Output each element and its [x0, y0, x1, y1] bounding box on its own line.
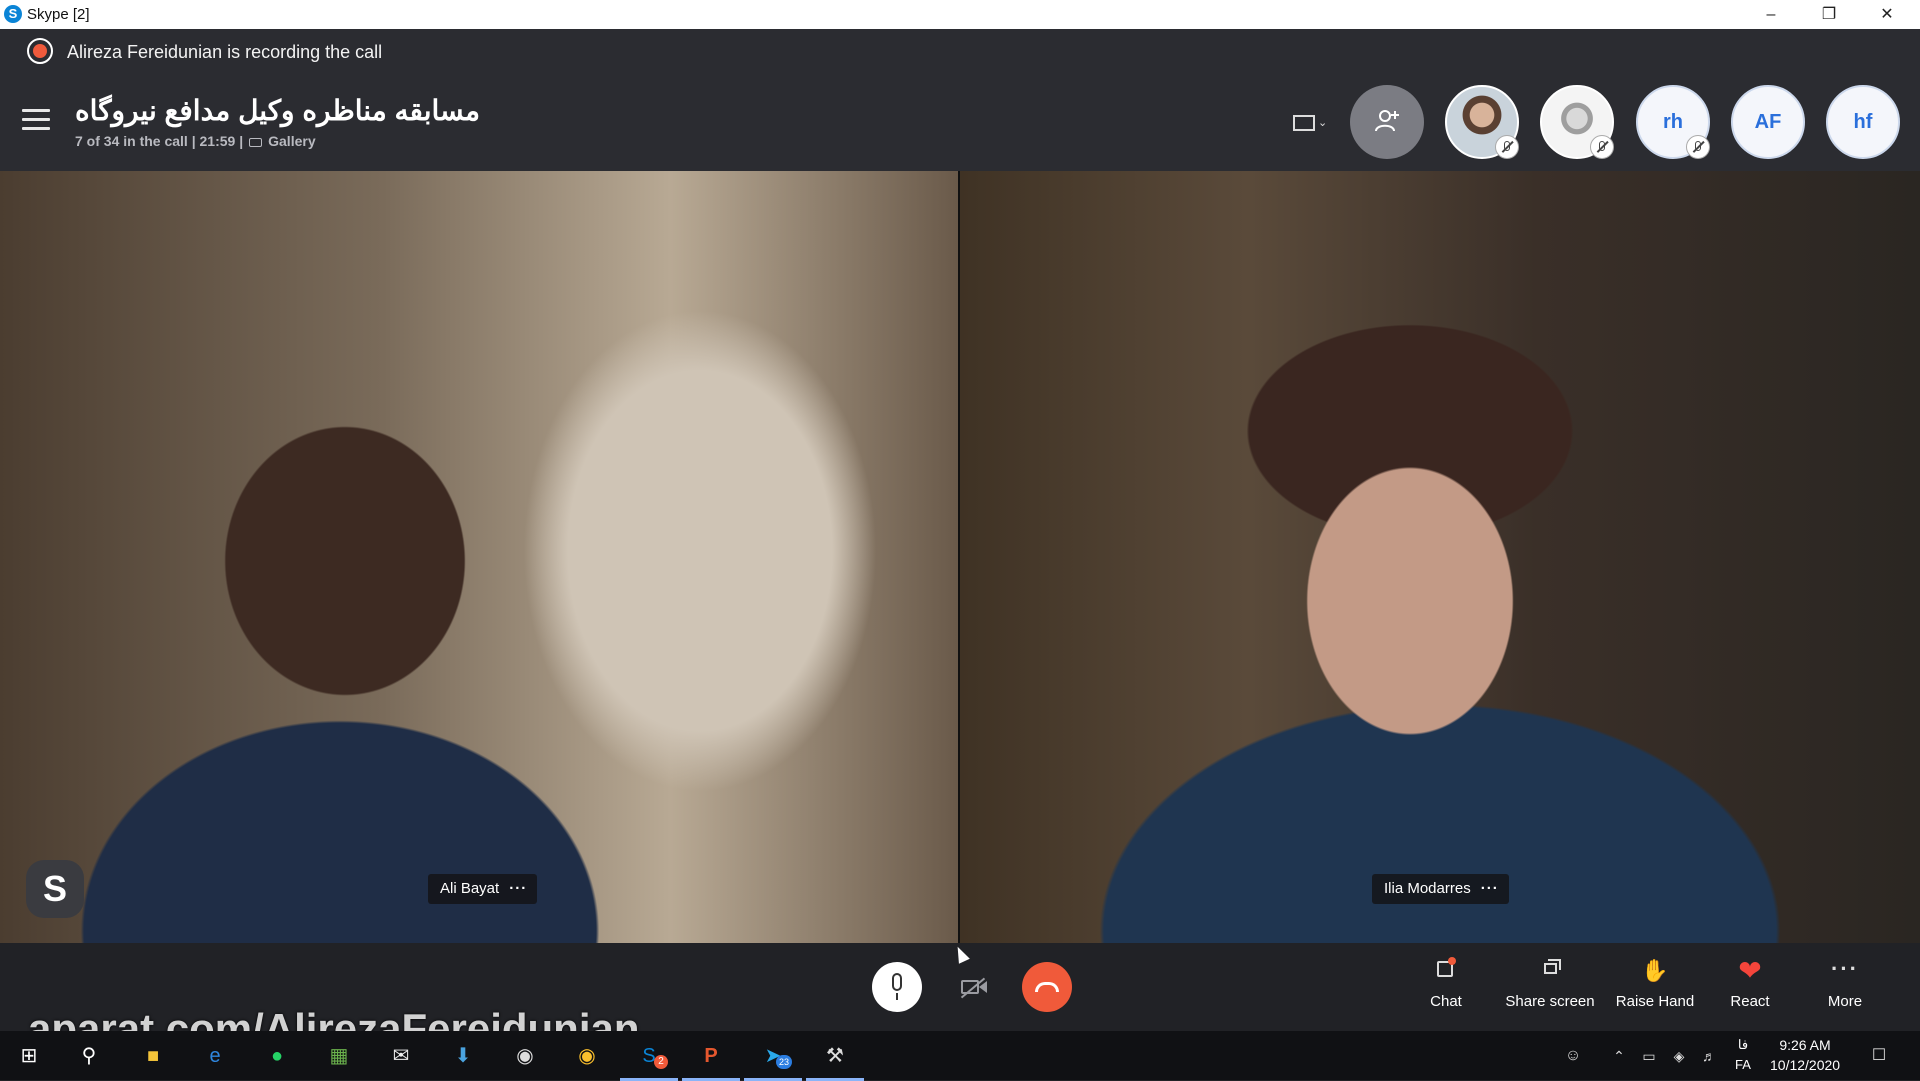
recording-icon — [27, 38, 53, 64]
participant-name-tag[interactable]: Ali Bayat ··· — [428, 874, 538, 904]
language-indicator[interactable]: فا FA — [1735, 1035, 1751, 1075]
participant-avatar-1[interactable] — [1445, 85, 1519, 159]
skype-taskbar-icon[interactable]: S2 — [620, 1039, 678, 1081]
microphone-button[interactable] — [872, 962, 922, 1012]
share-screen-icon — [1500, 957, 1600, 985]
edge-icon[interactable]: e — [198, 1039, 232, 1073]
windows-taskbar: ⊞ ⚲ ■ e ● ▦ ✉ ⬇ ◉ ◉ S2 P ➤ 23 ⚒ ☺ ⌃ ▭ ◈ ♬… — [0, 1031, 1920, 1081]
call-title: مسابقه مناظره وکیل مدافع نیروگاه — [75, 95, 480, 126]
end-call-button[interactable] — [1022, 962, 1072, 1012]
participant-avatar-2[interactable] — [1540, 85, 1614, 159]
call-header: مسابقه مناظره وکیل مدافع نیروگاه 7 of 34… — [0, 73, 1920, 171]
raise-hand-label: Raise Hand — [1615, 993, 1695, 1010]
battery-icon[interactable]: ▭ — [1632, 1039, 1666, 1073]
telegram-icon[interactable]: ➤ 23 — [744, 1039, 802, 1081]
participant-name: Ali Bayat — [440, 880, 500, 897]
wifi-icon[interactable]: ◈ — [1662, 1039, 1696, 1073]
hamburger-menu-icon[interactable] — [22, 109, 50, 131]
raise-hand-button[interactable]: ✋ Raise Hand — [1605, 957, 1705, 1010]
speedometer-icon[interactable]: ◉ — [508, 1039, 542, 1073]
restore-button[interactable]: ❐ — [1800, 0, 1858, 29]
window-title: Skype [2] — [27, 6, 90, 23]
participant-name-tag[interactable]: Ilia Modarres ··· — [1372, 874, 1509, 904]
avatar-initials: hf — [1853, 111, 1873, 133]
chevron-down-icon: ⌄ — [1318, 117, 1328, 129]
chat-label: Chat — [1430, 993, 1462, 1010]
fullscreen-button[interactable]: ⌄ — [1290, 111, 1330, 137]
more-button[interactable]: ··· More — [1795, 956, 1895, 1011]
add-person-icon — [1375, 110, 1399, 132]
chat-button[interactable]: Chat — [1396, 957, 1496, 1010]
react-button[interactable]: ❤ React — [1700, 955, 1800, 1011]
recording-banner: Alireza Fereidunian is recording the cal… — [0, 29, 1920, 73]
chevron-up-icon[interactable]: ⌃ — [1602, 1039, 1636, 1073]
camera-off-button[interactable] — [948, 962, 998, 1012]
clock-date: 10/12/2020 — [1770, 1057, 1841, 1073]
store-icon[interactable]: ▦ — [322, 1039, 356, 1073]
chrome-icon[interactable]: ◉ — [570, 1039, 604, 1073]
download-icon[interactable]: ⬇ — [446, 1039, 480, 1073]
react-label: React — [1730, 993, 1770, 1010]
mail-icon[interactable]: ✉ — [384, 1039, 418, 1073]
start-icon[interactable]: ⊞ — [12, 1039, 46, 1073]
clock[interactable]: 9:26 AM 10/12/2020 — [1770, 1035, 1840, 1075]
whatsapp-icon[interactable]: ● — [260, 1039, 294, 1073]
video-tile-left[interactable]: Ali Bayat ··· — [0, 171, 958, 943]
fullscreen-icon — [1293, 115, 1315, 131]
language-top: فا — [1737, 1037, 1749, 1052]
participant-avatar-af[interactable]: AF — [1731, 85, 1805, 159]
tools-icon[interactable]: ⚒ — [806, 1039, 864, 1081]
people-icon[interactable]: ☺ — [1556, 1039, 1590, 1073]
ellipsis-icon: ··· — [1831, 956, 1859, 981]
volume-icon[interactable]: ♬ — [1692, 1039, 1726, 1073]
minimize-button[interactable]: – — [1742, 0, 1800, 29]
add-participant-button[interactable] — [1350, 85, 1424, 159]
participant-avatar-rh[interactable]: rh — [1636, 85, 1710, 159]
notification-icon[interactable]: ☐ — [1862, 1039, 1896, 1073]
avatar-initials: rh — [1663, 111, 1683, 133]
more-label: More — [1827, 993, 1863, 1010]
muted-mic-icon — [1495, 135, 1519, 159]
chat-icon — [1396, 957, 1496, 985]
share-screen-label: Share screen — [1505, 993, 1595, 1010]
participant-name: Ilia Modarres — [1384, 880, 1471, 897]
more-options-icon[interactable]: ··· — [1481, 880, 1499, 897]
language-bottom: FA — [1735, 1057, 1751, 1072]
share-screen-button[interactable]: Share screen — [1500, 957, 1600, 1010]
video-tile-right[interactable]: Ilia Modarres ··· — [960, 171, 1920, 943]
hand-icon: ✋ — [1641, 958, 1669, 983]
telegram-badge: 23 — [776, 1055, 792, 1069]
muted-mic-icon — [1590, 135, 1614, 159]
heart-icon: ❤ — [1738, 955, 1762, 986]
close-button[interactable]: ✕ — [1858, 0, 1916, 29]
view-mode-button[interactable]: Gallery — [268, 133, 315, 149]
skype-logo-icon: S — [26, 860, 84, 918]
gallery-icon — [249, 138, 263, 147]
search-icon[interactable]: ⚲ — [72, 1039, 106, 1073]
call-participant-count: 7 of 34 in the call | 21:59 | — [75, 133, 244, 149]
powerpoint-icon[interactable]: P — [682, 1039, 740, 1081]
skype-app-icon: S — [4, 5, 22, 23]
call-meta: 7 of 34 in the call | 21:59 | Gallery — [75, 133, 316, 149]
recording-text: Alireza Fereidunian is recording the cal… — [67, 42, 383, 62]
muted-mic-icon — [1686, 135, 1710, 159]
clock-time: 9:26 AM — [1779, 1037, 1831, 1053]
more-options-icon[interactable]: ··· — [509, 880, 527, 897]
window-title-bar: S Skype [2] – ❐ ✕ — [0, 0, 1920, 29]
participant-avatar-hf[interactable]: hf — [1826, 85, 1900, 159]
skype-badge: 2 — [654, 1055, 668, 1069]
avatar-initials: AF — [1754, 111, 1782, 133]
file-explorer-icon[interactable]: ■ — [136, 1039, 170, 1073]
